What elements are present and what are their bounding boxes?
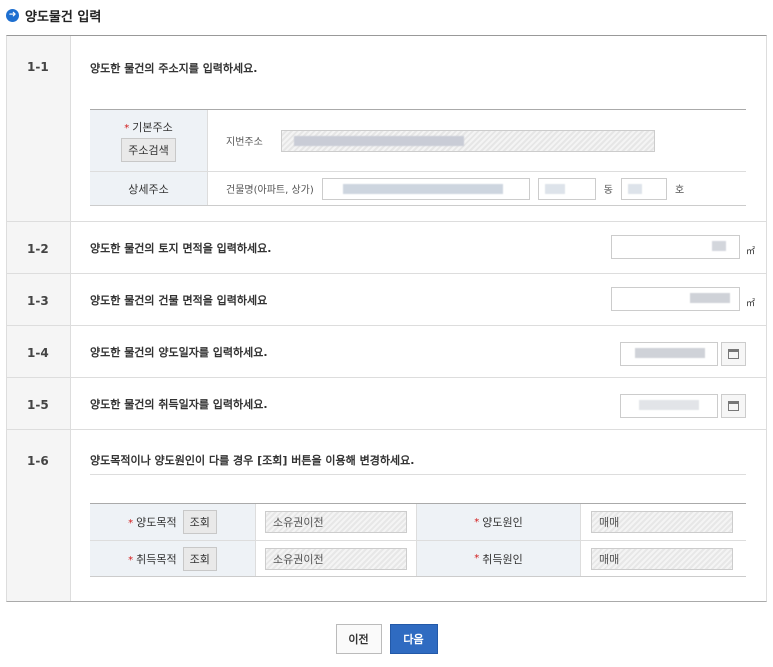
transfer-purpose-label-cell: * 양도목적 조회: [90, 504, 256, 540]
transfer-cause-field: 매매: [591, 511, 733, 533]
transfer-cause-value-cell: 매매: [581, 504, 746, 540]
question-text: 양도한 물건의 주소지를 입력하세요.: [90, 62, 258, 75]
detail-address-label: 상세주소: [128, 182, 169, 196]
basic-address-value-cell: 지번주소: [208, 110, 746, 171]
address-table: * 기본주소 주소검색 지번주소 상세주소 건물명(아파트, 상가) 동 호: [90, 109, 746, 206]
calendar-icon: [728, 401, 739, 411]
row-content: 양도한 물건의 토지 면적을 입력하세요. ㎡: [71, 222, 766, 273]
ho-input[interactable]: [620, 177, 667, 200]
question-text: 양도한 물건의 토지 면적을 입력하세요.: [90, 242, 272, 255]
building-name-label: 건물명(아파트, 상가): [226, 185, 314, 196]
jibun-address-label: 지번주소: [226, 137, 263, 148]
row-number: 1-3: [7, 274, 71, 325]
calendar-icon: [728, 349, 739, 359]
acquire-purpose-field: 소유권이전: [265, 547, 407, 570]
redacted-text: [342, 183, 503, 194]
required-icon: *: [474, 516, 480, 528]
acquire-purpose-value-cell: 소유권이전: [256, 541, 417, 576]
transfer-purpose-field: 소유권이전: [265, 511, 407, 533]
question-text: 양도한 물건의 양도일자를 입력하세요.: [90, 346, 268, 359]
acquire-cause-label: 취득원인: [482, 552, 523, 566]
row-content: 양도목적이나 양도원인이 다를 경우 [조회] 버튼을 이용해 변경하세요. *…: [71, 430, 766, 601]
redacted-text: [627, 183, 642, 194]
address-search-button[interactable]: 주소검색: [121, 138, 176, 162]
row-number: 1-5: [7, 378, 71, 429]
redacted-text: [635, 348, 705, 358]
basic-address-row: * 기본주소 주소검색 지번주소: [90, 110, 746, 171]
acquire-cause-value-cell: 매매: [581, 541, 746, 576]
row-content: 양도한 물건의 건물 면적을 입력하세요 ㎡: [71, 274, 766, 325]
next-button[interactable]: 다음: [389, 624, 438, 654]
ho-suffix: 호: [674, 185, 685, 196]
dong-input[interactable]: [537, 177, 596, 200]
row-building-area: 1-3 양도한 물건의 건물 면적을 입력하세요 ㎡: [7, 273, 766, 325]
page-title: 양도물건 입력: [25, 9, 102, 25]
purpose-cause-table: * 양도목적 조회 소유권이전 * 양도원인 매매 * 취득목적 조회 소유권이…: [90, 503, 746, 577]
row-address: 1-1 양도한 물건의 주소지를 입력하세요. *기본주소 주소검색 지번주소: [7, 36, 766, 221]
question-text: 양도한 물건의 건물 면적을 입력하세요: [90, 294, 268, 307]
row-number: 1-4: [7, 326, 71, 377]
basic-address-label-cell: * 기본주소 주소검색: [90, 110, 208, 171]
land-area-input[interactable]: [611, 235, 740, 259]
row-land-area: 1-2 양도한 물건의 토지 면적을 입력하세요. ㎡: [7, 221, 766, 273]
detail-address-row: 상세주소 건물명(아파트, 상가) 동 호: [90, 171, 746, 205]
row-number: 1-6: [7, 430, 71, 601]
row-content: 양도한 물건의 주소지를 입력하세요. * 기본주소 주소검색 지번주소 상세주…: [71, 36, 766, 221]
row-number: 1-2: [7, 222, 71, 273]
arrow-circle-icon: ➜: [6, 8, 19, 22]
redacted-text: [712, 241, 726, 251]
row-number: 1-1: [7, 36, 71, 221]
acquire-cause-label-cell: * 취득원인: [417, 541, 581, 576]
row-content: 양도한 물건의 양도일자를 입력하세요.: [71, 326, 766, 377]
detail-address-value-cell: 건물명(아파트, 상가) 동 호: [208, 172, 746, 205]
row-content: 양도한 물건의 취득일자를 입력하세요.: [71, 378, 766, 429]
dong-suffix: 동: [603, 185, 613, 196]
building-name-input[interactable]: [321, 177, 530, 200]
navigation-buttons: 이전 다음: [0, 624, 773, 654]
building-area-input[interactable]: [611, 287, 740, 311]
transfer-item-form: 1-1 양도한 물건의 주소지를 입력하세요. *기본주소 주소검색 지번주소: [6, 35, 767, 602]
area-unit: ㎡: [745, 299, 755, 309]
transfer-cause-label-cell: * 양도원인: [417, 504, 581, 540]
calendar-button[interactable]: [721, 394, 746, 418]
transfer-date-input[interactable]: [620, 342, 718, 366]
acquire-purpose-label-cell: * 취득목적 조회: [90, 541, 256, 576]
acquire-row: * 취득목적 조회 소유권이전 * 취득원인 매매: [90, 540, 746, 576]
acquire-purpose-lookup-button[interactable]: 조회: [182, 546, 217, 571]
required-icon: *: [474, 553, 480, 564]
transfer-purpose-lookup-button[interactable]: 조회: [182, 510, 217, 534]
row-acquire-date: 1-5 양도한 물건의 취득일자를 입력하세요.: [7, 377, 766, 429]
required-icon: *: [128, 554, 134, 566]
acquire-purpose-label: 취득목적: [136, 552, 177, 566]
prev-button[interactable]: 이전: [335, 624, 382, 654]
redacted-text: [690, 293, 730, 303]
row-purpose-cause: 1-6 양도목적이나 양도원인이 다를 경우 [조회] 버튼을 이용해 변경하세…: [7, 429, 766, 601]
transfer-row: * 양도목적 조회 소유권이전 * 양도원인 매매: [90, 504, 746, 540]
basic-address-label: 기본주소: [132, 121, 173, 134]
redacted-text: [639, 400, 699, 410]
required-icon: *: [124, 123, 130, 134]
page-header: ➜ 양도물건 입력: [6, 6, 102, 25]
redacted-text: [293, 135, 464, 146]
transfer-purpose-value-cell: 소유권이전: [256, 504, 417, 540]
redacted-text: [544, 183, 565, 194]
acquire-cause-field: 매매: [591, 547, 733, 570]
row-transfer-date: 1-4 양도한 물건의 양도일자를 입력하세요.: [7, 325, 766, 377]
required-icon: *: [128, 518, 134, 529]
transfer-cause-label: 양도원인: [482, 516, 523, 529]
question-text: 양도한 물건의 취득일자를 입력하세요.: [90, 398, 268, 411]
calendar-button[interactable]: [721, 342, 746, 366]
transfer-purpose-label: 양도목적: [136, 516, 177, 529]
area-unit: ㎡: [745, 247, 755, 257]
divider: [90, 474, 746, 475]
acquire-date-input[interactable]: [620, 394, 718, 418]
question-text: 양도목적이나 양도원인이 다를 경우 [조회] 버튼을 이용해 변경하세요.: [90, 454, 415, 467]
detail-address-label-cell: 상세주소: [90, 172, 208, 205]
jibun-address-field: [280, 129, 655, 152]
